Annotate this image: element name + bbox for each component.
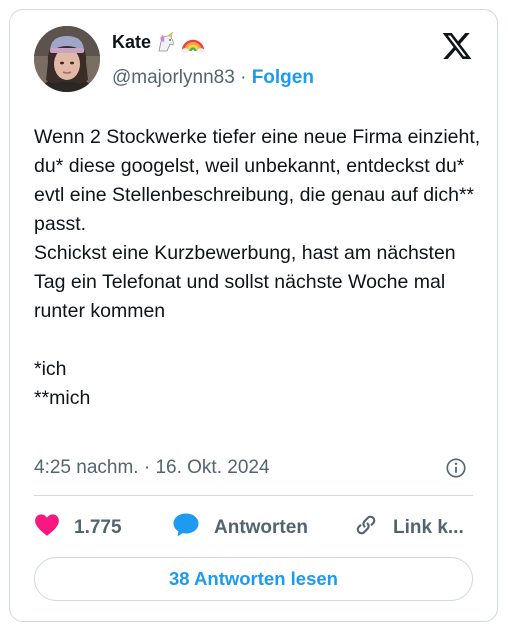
tweet-meta: 4:25 nachm. · 16. Okt. 2024 (34, 454, 473, 482)
reply-bubble-icon (172, 512, 200, 544)
heart-icon (34, 513, 60, 543)
tweet-actions: 1.775 Antworten Link k... (34, 510, 477, 546)
author-name[interactable]: Kate (112, 32, 151, 53)
reply-button[interactable]: Antworten (172, 512, 353, 544)
copy-link-button[interactable]: Link k... (353, 512, 464, 544)
avatar-image (34, 26, 100, 92)
like-button[interactable]: 1.775 (34, 513, 172, 543)
author-name-row[interactable]: Kate (112, 31, 205, 53)
avatar[interactable] (34, 26, 100, 92)
link-icon (353, 512, 379, 544)
reply-label: Antworten (214, 517, 308, 538)
like-count: 1.775 (74, 517, 122, 538)
tweet-timestamp[interactable]: 4:25 nachm. · 16. Okt. 2024 (34, 457, 270, 479)
author-handle-row: @majorlynn83 · Folgen (112, 67, 314, 89)
divider (34, 495, 473, 496)
copy-link-label: Link k... (393, 517, 464, 538)
author-handle[interactable]: @majorlynn83 (112, 67, 235, 88)
tweet-text: Wenn 2 Stockwerke tiefer eine neue Firma… (34, 126, 481, 409)
read-replies-button[interactable]: 38 Antworten lesen (34, 557, 473, 601)
tweet-card: Kate @majorlynn83 · Folgen Wenn 2 Stockw… (9, 9, 498, 622)
info-icon[interactable] (445, 457, 467, 485)
unicorn-emoji-icon (155, 31, 177, 53)
rainbow-emoji-icon (181, 31, 205, 53)
x-logo-icon[interactable] (441, 30, 473, 62)
handle-separator: · (240, 67, 247, 88)
follow-button[interactable]: Folgen (252, 67, 314, 88)
